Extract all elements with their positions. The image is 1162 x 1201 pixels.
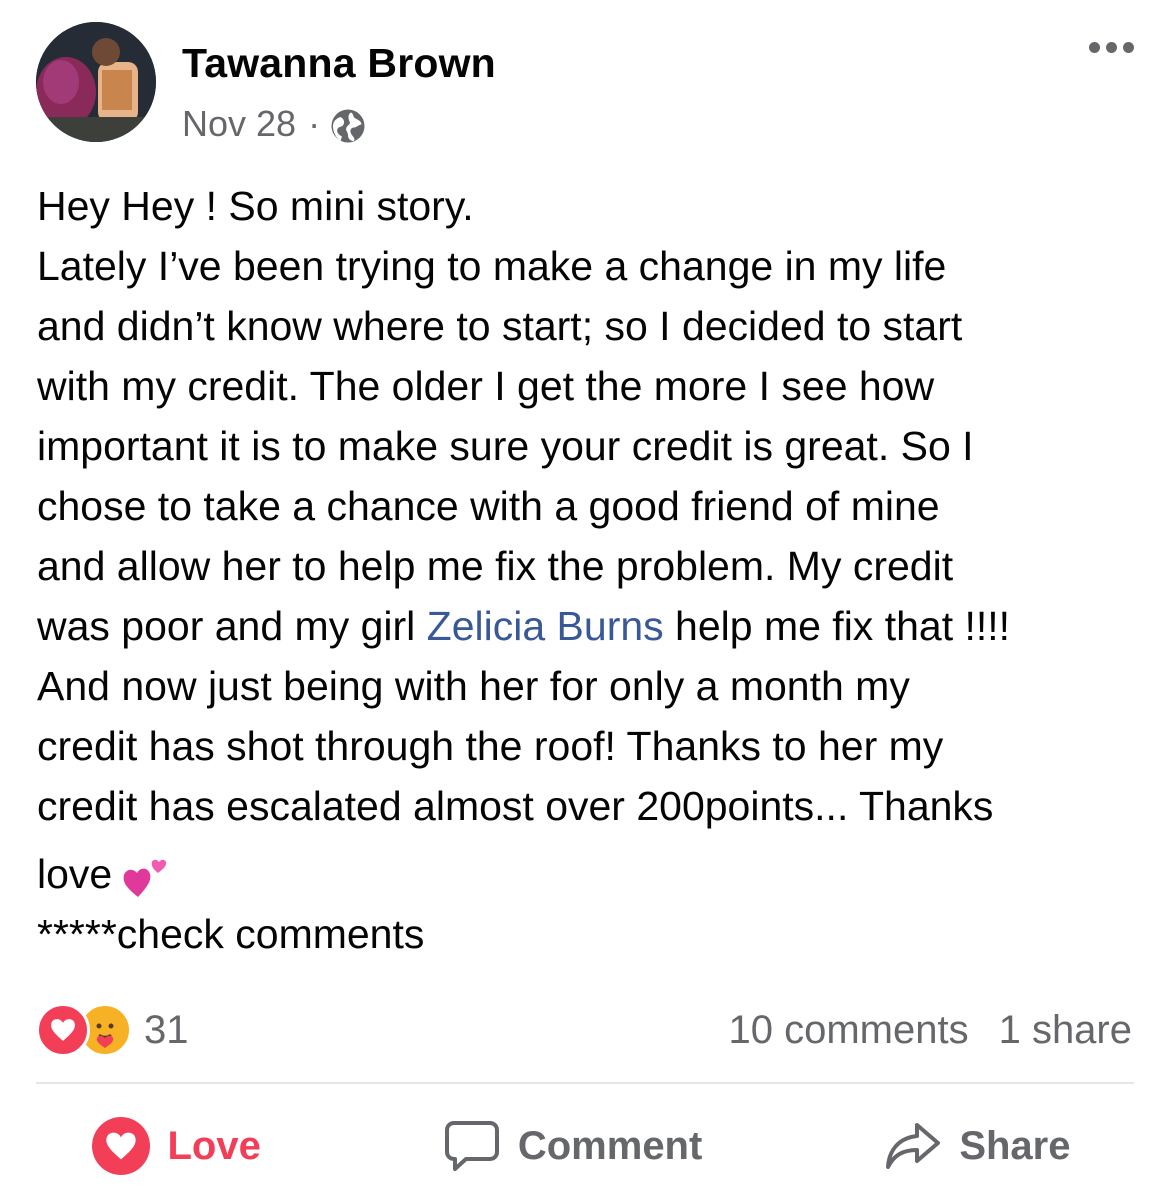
post-text-line: chose to take a chance with a good frien… [37, 483, 940, 529]
post-text-line: and allow her to help me fix the problem… [37, 543, 954, 589]
shares-count[interactable]: 1 share [999, 1008, 1132, 1053]
comment-button-label: Comment [517, 1123, 703, 1168]
divider [36, 1082, 1134, 1084]
post-text-line: credit has shot through the roof! Thanks… [37, 723, 944, 769]
post-body: Hey Hey ! So mini story. Lately I’ve bee… [37, 176, 1147, 964]
more-options-icon[interactable] [1089, 42, 1134, 53]
post-text-line-with-mention: was poor and my girl Zelicia Burns help … [37, 603, 1011, 649]
share-button[interactable]: Share [885, 1121, 1070, 1171]
globe-icon [331, 109, 365, 143]
reaction-count: 31 [144, 1007, 189, 1052]
mention-link[interactable]: Zelicia Burns [427, 603, 664, 649]
post-meta: Nov 28 · [182, 103, 366, 145]
love-button[interactable]: Love [91, 1117, 261, 1175]
engagement-counts: 10 comments 1 share [728, 1008, 1132, 1053]
post-text-line: love [37, 844, 1147, 904]
post-stats: 31 10 comments 1 share [36, 1000, 1132, 1060]
comment-icon [444, 1121, 499, 1171]
post-footer-line: *****check comments [37, 911, 425, 957]
share-arrow-icon [886, 1123, 941, 1169]
post-text-line: credit has escalated almost over 200poin… [37, 783, 994, 829]
post-text-line: Lately I’ve been trying to make a change… [37, 243, 947, 289]
love-button-label: Love [167, 1123, 261, 1168]
share-button-label: Share [959, 1123, 1071, 1168]
post-text-line: with my credit. The older I get the more… [37, 363, 935, 409]
heart-icon [91, 1117, 150, 1175]
two-hearts-icon [123, 859, 167, 898]
post-text-line: important it is to make sure your credit… [37, 423, 974, 469]
author-avatar[interactable] [36, 22, 156, 142]
post-text-line: And now just being with her for only a m… [37, 663, 910, 709]
meta-separator: · [308, 103, 321, 144]
love-reaction-icon [36, 1003, 90, 1057]
reactions-summary[interactable]: 31 [36, 1003, 189, 1057]
comment-button[interactable]: Comment [444, 1119, 702, 1173]
comments-count[interactable]: 10 comments [728, 1008, 968, 1053]
action-bar: Love Comment Share [0, 1110, 1162, 1182]
post-text-line: and didn’t know where to start; so I dec… [37, 303, 963, 349]
author-name[interactable]: Tawanna Brown [182, 40, 496, 87]
post-text-line: Hey Hey ! So mini story. [37, 183, 474, 229]
post-date[interactable]: Nov 28 [182, 103, 296, 145]
